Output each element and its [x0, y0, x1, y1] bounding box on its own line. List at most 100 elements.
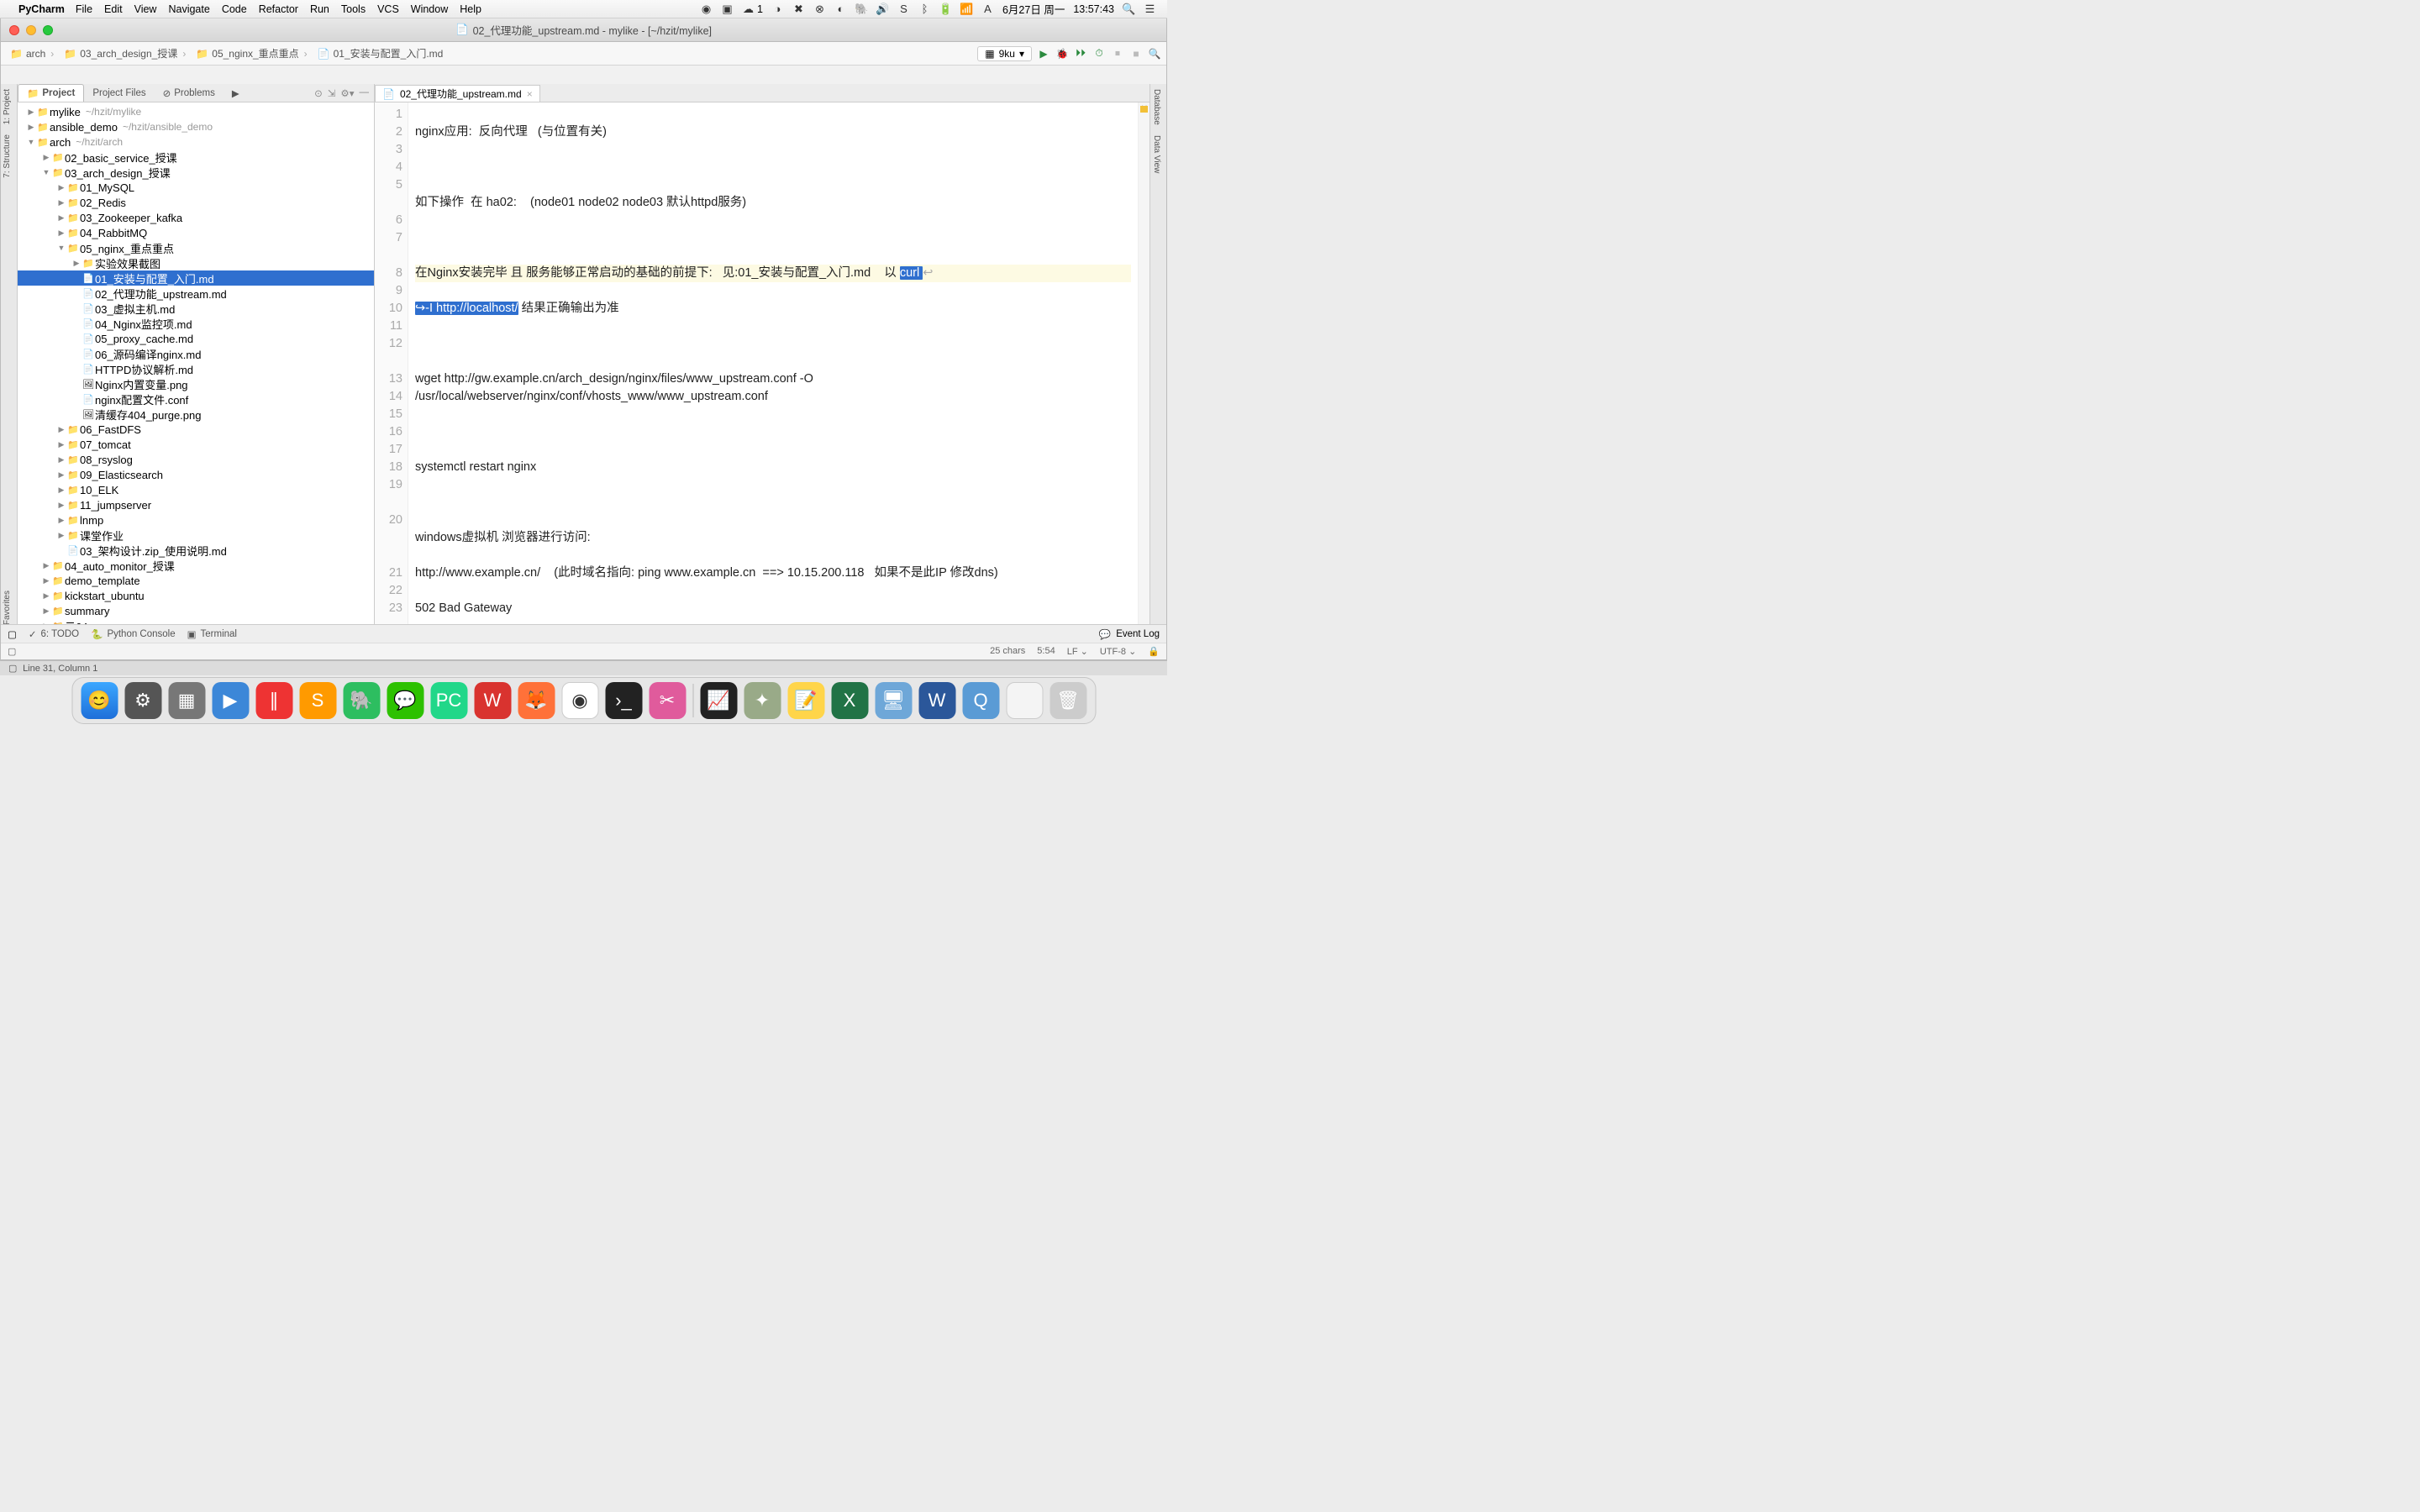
tree-row[interactable]: 📄06_源码编译nginx.md	[18, 346, 374, 361]
tree-row[interactable]: ▶📁03_Zookeeper_kafka	[18, 210, 374, 225]
tab-project[interactable]: 📁 Project	[18, 84, 84, 102]
evernote-tray-icon[interactable]: 🐘	[855, 3, 868, 15]
line-number[interactable]: 3	[375, 141, 402, 159]
menubar-date[interactable]: 6月27日 周一	[998, 1, 1069, 17]
line-number[interactable]: 19	[375, 476, 402, 512]
tree-row[interactable]: ▶📁kickstart_ubuntu	[18, 588, 374, 603]
menu-run[interactable]: Run	[304, 3, 335, 15]
tree-row[interactable]: 🖼清缓存404_purge.png	[18, 407, 374, 422]
disclosure-arrow-icon[interactable]: ▼	[26, 138, 36, 146]
dock-chrome-icon[interactable]: ◉	[561, 682, 598, 719]
menu-edit[interactable]: Edit	[98, 3, 129, 15]
dock-parallels-icon[interactable]: ∥	[255, 682, 292, 719]
title-bar[interactable]: 📄02_代理功能_upstream.md - mylike - [~/hzit/…	[1, 18, 1166, 42]
tree-row[interactable]: 📄03_架构设计.zip_使用说明.md	[18, 543, 374, 558]
dock-activity-icon[interactable]: 📈	[700, 682, 737, 719]
disclosure-arrow-icon[interactable]: ▶	[56, 531, 66, 540]
dock-firefox-icon[interactable]: 🦊	[518, 682, 555, 719]
tree-row[interactable]: ▶📁lnmp	[18, 512, 374, 528]
debug-button[interactable]: 🐞	[1055, 47, 1069, 60]
tree-row[interactable]: 📄nginx配置文件.conf	[18, 391, 374, 407]
tree-row[interactable]: ▶📁06_FastDFS	[18, 422, 374, 437]
breadcrumb[interactable]: 📁 03_arch_design_授课›	[60, 44, 192, 63]
bluetooth-icon[interactable]: ᛒ	[918, 3, 931, 15]
dock-player-icon[interactable]: ▶	[212, 682, 249, 719]
line-number[interactable]: 20	[375, 512, 402, 564]
line-number[interactable]: 6	[375, 212, 402, 229]
dock-quicktime-icon[interactable]: Q	[962, 682, 999, 719]
line-number[interactable]: 12	[375, 335, 402, 370]
dock-finder-icon[interactable]: 😊	[81, 682, 118, 719]
line-number[interactable]: 2	[375, 123, 402, 141]
tool-tab-structure[interactable]: 7: Structure	[1, 129, 13, 183]
disclosure-arrow-icon[interactable]: ▶	[56, 440, 66, 449]
input-icon[interactable]: A	[981, 3, 994, 15]
profile-button[interactable]: ⏱	[1092, 47, 1106, 60]
disclosure-arrow-icon[interactable]: ▶	[56, 213, 66, 223]
notification-icon[interactable]: ☰	[1144, 3, 1156, 15]
line-number[interactable]: 22	[375, 582, 402, 600]
line-number[interactable]: 14	[375, 388, 402, 406]
close-tab-icon[interactable]: ×	[527, 88, 533, 100]
dock-word-icon[interactable]: W	[918, 682, 955, 719]
dock-app-icon[interactable]: ✦	[744, 682, 781, 719]
disclosure-arrow-icon[interactable]: ▶	[41, 576, 51, 585]
line-number-gutter[interactable]: 1234567891011121314151617181920212223	[375, 102, 408, 624]
disclosure-arrow-icon[interactable]: ▶	[26, 108, 36, 117]
disclosure-arrow-icon[interactable]: ▼	[56, 244, 66, 252]
tray-icon-4[interactable]: ◐	[834, 3, 847, 15]
todesk-icon[interactable]: ▣	[721, 3, 734, 15]
tree-row[interactable]: 📄02_代理功能_upstream.md	[18, 286, 374, 301]
menu-code[interactable]: Code	[216, 3, 253, 15]
line-number[interactable]: 15	[375, 406, 402, 423]
tree-row[interactable]: ▼📁03_arch_design_授课	[18, 165, 374, 180]
disclosure-arrow-icon[interactable]: ▶	[41, 606, 51, 616]
run-config-selector[interactable]: ▦ 9ku ▾	[977, 46, 1032, 61]
menu-help[interactable]: Help	[454, 3, 487, 15]
disclosure-arrow-icon[interactable]: ▶	[56, 470, 66, 480]
disclosure-arrow-icon[interactable]: ▶	[56, 228, 66, 238]
disclosure-arrow-icon[interactable]: ▶	[56, 516, 66, 525]
disclosure-arrow-icon[interactable]: ▶	[56, 183, 66, 192]
tree-row[interactable]: ▶📁summary	[18, 603, 374, 618]
app-name[interactable]: PyCharm	[13, 3, 70, 15]
line-number[interactable]: 23	[375, 600, 402, 624]
dock-document-icon[interactable]	[1006, 682, 1043, 719]
disclosure-arrow-icon[interactable]: ▶	[56, 455, 66, 465]
sogou-icon[interactable]: S	[897, 3, 910, 15]
tool-tab-terminal[interactable]: ▣ Terminal	[187, 628, 237, 640]
tree-row[interactable]: ▶📁09_Elasticsearch	[18, 467, 374, 482]
disclosure-arrow-icon[interactable]: ▶	[71, 259, 82, 268]
record-icon[interactable]: ◉	[700, 3, 713, 15]
tree-row[interactable]: ▶📁demo_template	[18, 573, 374, 588]
editor-marker-strip[interactable]: ✕	[1138, 102, 1150, 624]
line-number[interactable]: 10	[375, 300, 402, 318]
tree-row[interactable]: 📄01_安装与配置_入门.md	[18, 270, 374, 286]
line-number[interactable]: 1	[375, 106, 402, 123]
tree-row[interactable]: ▶📁07_tomcat	[18, 437, 374, 452]
locate-icon[interactable]: ⊙	[314, 87, 323, 99]
search-everywhere-icon[interactable]: 🔍	[1148, 47, 1161, 60]
tool-tab-dataview[interactable]: Data View	[1150, 130, 1163, 178]
breadcrumb[interactable]: 📄 01_安装与配置_入门.md	[313, 44, 448, 63]
tree-row[interactable]: ▶📁02_basic_service_授课	[18, 150, 374, 165]
disclosure-arrow-icon[interactable]: ▶	[26, 123, 36, 132]
spotlight-icon[interactable]: 🔍	[1123, 3, 1135, 15]
breadcrumb[interactable]: 📁 05_nginx_重点重点›	[192, 44, 313, 63]
line-number[interactable]: 8	[375, 265, 402, 282]
code-editor[interactable]: nginx应用: 反向代理 (与位置有关) 如下操作 在 ha02: (node…	[408, 102, 1138, 624]
tree-row[interactable]: ▶📁10_ELK	[18, 482, 374, 497]
tree-row[interactable]: ▶📁04_RabbitMQ	[18, 225, 374, 240]
status-line-ending[interactable]: LF ⌄	[1067, 646, 1088, 657]
tool-tab-todo[interactable]: ✓ 6: TODO	[29, 628, 79, 640]
hide-panel-icon[interactable]: —	[360, 87, 370, 99]
menu-window[interactable]: Window	[405, 3, 454, 15]
disclosure-arrow-icon[interactable]: ▼	[41, 168, 51, 176]
line-number[interactable]: 4	[375, 159, 402, 176]
tree-row[interactable]: 📄03_虚拟主机.md	[18, 301, 374, 316]
tree-row[interactable]: ▶📁课堂作业	[18, 528, 374, 543]
disclosure-arrow-icon[interactable]: ▶	[56, 486, 66, 495]
collapse-icon[interactable]: ⇲	[328, 87, 336, 99]
tree-row[interactable]: 📄04_Nginx监控项.md	[18, 316, 374, 331]
menu-file[interactable]: File	[70, 3, 98, 15]
